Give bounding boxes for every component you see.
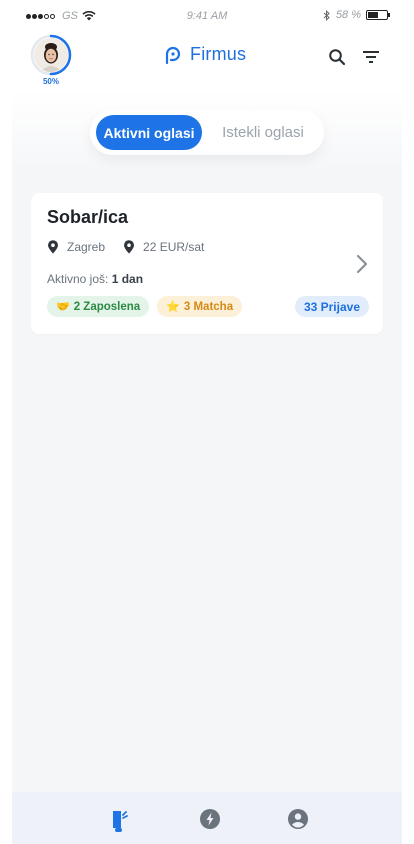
applications-badge[interactable]: 33 Prijave bbox=[294, 296, 369, 317]
location-pin-icon bbox=[48, 240, 58, 254]
chevron-right-icon[interactable] bbox=[355, 253, 369, 275]
job-stats: 🤝 2 Zaposlena ⭐ 3 Matcha bbox=[47, 296, 243, 317]
profile-avatar-button[interactable]: 50% bbox=[30, 34, 74, 88]
ads-tab-switch: Aktivni oglasi Istekli oglasi bbox=[90, 110, 324, 155]
bluetooth-icon bbox=[323, 9, 330, 21]
header-actions bbox=[326, 46, 382, 68]
logo-icon bbox=[165, 46, 181, 65]
match-badge: ⭐ 3 Matcha bbox=[157, 296, 243, 317]
job-active-duration: Aktivno još: 1 dan bbox=[47, 272, 143, 286]
logo-text: Firmus bbox=[190, 43, 247, 64]
job-rate: 22 EUR/sat bbox=[143, 240, 205, 254]
match-label: 3 Matcha bbox=[183, 300, 234, 313]
tab-expired-ads[interactable]: Istekli oglasi bbox=[210, 115, 316, 150]
handshake-icon: 🤝 bbox=[56, 301, 70, 313]
search-icon[interactable] bbox=[326, 46, 348, 68]
firmus-logo: Firmus bbox=[162, 43, 246, 65]
nav-profile-icon[interactable] bbox=[285, 806, 311, 832]
active-value: 1 dan bbox=[111, 272, 144, 286]
nav-flash-icon[interactable] bbox=[197, 806, 223, 832]
status-bar: GS 9:41 AM 58 % bbox=[12, 0, 402, 34]
employed-label: 2 Zaposlena bbox=[73, 300, 141, 313]
employed-badge: 🤝 2 Zaposlena bbox=[47, 296, 150, 317]
app-header: 50% Firmus bbox=[12, 34, 402, 90]
bottom-navigation bbox=[12, 792, 402, 844]
star-icon: ⭐ bbox=[166, 301, 180, 313]
location-pin-icon bbox=[124, 240, 135, 254]
profile-progress-label: 50% bbox=[42, 77, 59, 86]
status-right: 58 % bbox=[323, 9, 390, 21]
battery-icon bbox=[366, 10, 390, 20]
filter-icon[interactable] bbox=[360, 46, 382, 68]
avatar bbox=[34, 38, 68, 72]
phone-screen: GS 9:41 AM 58 % 50% Firmus Aktivni oglas… bbox=[12, 0, 402, 844]
tab-active-ads[interactable]: Aktivni oglasi bbox=[96, 115, 202, 150]
battery-percent: 58 % bbox=[335, 9, 361, 21]
job-city: Zagreb bbox=[67, 240, 106, 254]
active-prefix: Aktivno još: bbox=[47, 272, 109, 286]
job-title: Sobar/ica bbox=[47, 207, 129, 227]
nav-active-indicator bbox=[115, 828, 122, 832]
job-meta: Zagreb 22 EUR/sat bbox=[47, 240, 204, 254]
job-card[interactable]: Sobar/ica Zagreb 22 EUR/sat Aktivno još:… bbox=[31, 193, 383, 334]
